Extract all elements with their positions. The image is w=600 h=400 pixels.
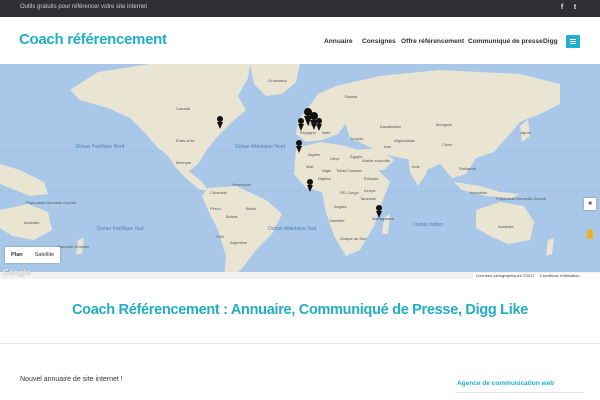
nav-offre-referencement[interactable]: Offre référencement — [401, 38, 464, 45]
label-madagascar: Madagascar — [372, 216, 395, 221]
label-argentina: Argentine — [230, 240, 248, 245]
label-venezuela: Venezuela — [232, 182, 251, 187]
label-north-atlantic: Océan Atlantique Nord — [235, 144, 286, 150]
label-bolivia: Bolivie — [226, 214, 239, 219]
label-sudan: Soudan — [348, 168, 362, 173]
divider — [0, 343, 600, 344]
google-logo: Google — [3, 268, 31, 277]
map-marker-icon[interactable] — [307, 179, 314, 192]
label-angola: Angola — [334, 204, 347, 209]
label-indian-ocean: Océan Indien — [413, 222, 443, 228]
label-india: Inde — [412, 164, 421, 169]
street-view-pegman-icon[interactable] — [587, 229, 593, 239]
label-indonesia: Indonésie — [470, 190, 488, 195]
label-iran: Iran — [384, 144, 391, 149]
label-afghanistan: Afghanistan — [394, 138, 415, 143]
nav-communique-de-presse[interactable]: Communiqué de presse — [468, 38, 543, 45]
label-usa: États-Unis — [176, 138, 194, 143]
label-kazakhstan: Kazakhstan — [380, 124, 401, 129]
label-brazil: Brésil — [246, 206, 256, 211]
site-tagline: Outils gratuits pour référencer votre si… — [20, 4, 148, 10]
label-italy: Italie — [322, 130, 331, 135]
label-saudi: Arabie saoudite — [362, 158, 391, 163]
map-terms-link[interactable]: Conditions d'utilisation — [540, 273, 580, 278]
nav-digg[interactable]: Digg — [543, 38, 558, 45]
label-canada: Canada — [176, 106, 191, 111]
page-title: Coach Référencement : Annuaire, Communiq… — [72, 302, 528, 318]
map-lock-icon[interactable]: ■ — [584, 198, 596, 210]
label-egypt: Égypte — [350, 154, 363, 159]
nav-consignes[interactable]: Consignes — [362, 38, 396, 45]
label-kenya: Kenya — [364, 188, 376, 193]
label-mongolia: Mongolie — [436, 122, 453, 127]
map-type-satellite-button[interactable]: Satellite — [29, 247, 61, 263]
label-tanzania: Tanzanie — [360, 196, 377, 201]
sidebar-divider — [455, 392, 583, 393]
world-map[interactable]: Groenland Canada États-Unis Mexique Vene… — [0, 64, 600, 279]
label-australia: Australie — [498, 224, 514, 229]
label-peru: Pérou — [210, 206, 221, 211]
label-chad: Tchad — [336, 168, 347, 173]
label-colombia: Colombie — [210, 190, 228, 195]
label-niger: Niger — [322, 168, 332, 173]
sidebar-title[interactable]: Agence de communication web — [457, 380, 554, 387]
facebook-icon[interactable]: f — [556, 2, 568, 14]
label-russia: Russie — [345, 94, 358, 99]
menu-toggle-button[interactable] — [566, 35, 580, 48]
label-spain: Espagne — [300, 130, 317, 135]
map-labels: Groenland Canada États-Unis Mexique Vene… — [24, 78, 547, 249]
map-data-credit: Données cartographiques ©2017 — [476, 273, 535, 278]
label-thailand: Thaïlande — [458, 166, 477, 171]
map-marker-icon[interactable] — [296, 140, 303, 153]
label-south-pacific: Océan Pacifique Sud — [97, 226, 144, 232]
map-marker-icon[interactable] — [217, 116, 224, 129]
label-japan: Japon — [520, 130, 531, 135]
label-png-left: Papouasie-Nouvelle-Guinée — [26, 200, 77, 205]
label-greenland: Groenland — [268, 78, 287, 83]
label-south-atlantic: Océan Atlantique Sud — [268, 226, 317, 232]
label-libya: Libye — [330, 156, 340, 161]
label-ethiopia: Éthiopie — [364, 176, 379, 181]
top-bar: Outils gratuits pour référencer votre si… — [0, 0, 600, 17]
label-turkey: Turquie — [350, 136, 364, 141]
post-title[interactable]: Nouvel annuaire de site internet ! — [20, 376, 123, 383]
label-china: Chine — [442, 142, 453, 147]
nav-annuaire[interactable]: Annuaire — [324, 38, 353, 45]
map-type-control: Plan Satellite — [5, 247, 61, 263]
label-drc: RD Congo — [340, 190, 359, 195]
site-logo[interactable]: Coach référencement — [19, 31, 167, 48]
site-header: Coach référencement Annuaire Consignes O… — [0, 17, 600, 64]
label-north-pacific: Océan Pacifique Nord — [76, 144, 125, 150]
label-mexico: Mexique — [176, 160, 192, 165]
label-mali: Mali — [306, 164, 313, 169]
twitter-icon[interactable]: t — [569, 2, 581, 14]
label-namibia: Namibie — [330, 218, 345, 223]
label-australia-left: Australie — [24, 220, 40, 225]
map-type-plan-button[interactable]: Plan — [5, 247, 29, 263]
label-nz-left: Nouvelle-Zélande — [58, 244, 90, 249]
label-algeria: Algérie — [308, 152, 321, 157]
map-attribution: Données cartographiques ©2017 Conditions… — [473, 273, 600, 279]
label-png: Papouasie-Nouvelle-Guinée — [496, 196, 547, 201]
label-nigeria: Nigeria — [318, 176, 331, 181]
label-chile: Chili — [216, 234, 224, 239]
label-south-africa: Afrique du Sud — [340, 236, 366, 241]
